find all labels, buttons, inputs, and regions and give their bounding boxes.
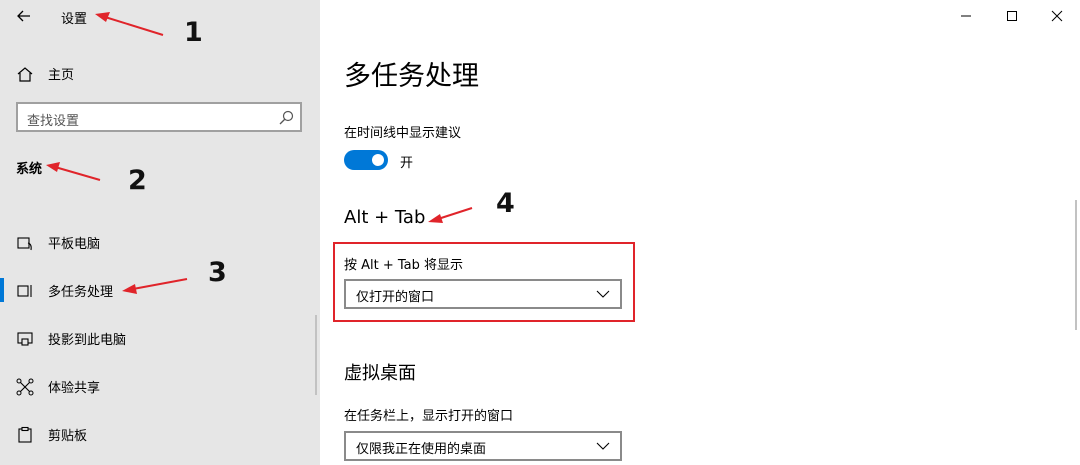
clipboard-icon [16,426,34,444]
virtual-desktops-heading: 虚拟桌面 [344,363,416,384]
share-icon [16,378,34,396]
chevron-down-icon [596,441,610,451]
section-title: 系统 [16,162,43,177]
close-button[interactable] [1045,5,1069,27]
alt-tab-dropdown[interactable]: 仅打开的窗口 [344,279,622,309]
sidebar-item-label: 平板电脑 [48,237,101,252]
sidebar-item-label: 剪贴板 [48,429,88,444]
annotation-number-2: 2 [128,165,147,196]
sidebar-item-label: 主页 [48,68,75,83]
sidebar-item-label: 投影到此电脑 [48,333,127,348]
minimize-icon [961,15,971,17]
maximize-icon [1007,11,1017,21]
timeline-label: 在时间线中显示建议 [344,126,462,141]
sidebar-item-project[interactable]: 投影到此电脑 [0,318,320,358]
dropdown-value: 仅打开的窗口 [356,290,435,305]
toggle-knob [372,154,384,166]
window-title: 设置 [61,12,88,27]
dropdown-value: 仅限我正在使用的桌面 [356,442,487,457]
main-scrollbar[interactable] [1075,200,1077,330]
selected-indicator [0,278,4,302]
search-input[interactable]: 查找设置 [16,102,302,132]
sidebar-item-home[interactable]: 主页 [0,53,320,93]
timeline-toggle[interactable] [344,150,388,170]
chevron-down-icon [596,289,610,299]
close-icon [1051,10,1063,22]
maximize-button[interactable] [1000,5,1024,27]
annotation-number-4: 4 [496,188,515,219]
search-icon[interactable] [278,110,294,126]
sidebar-scrollbar[interactable] [315,315,317,395]
search-placeholder: 查找设置 [27,114,80,129]
sidebar: 设置 主页 查找设置 系统 平板电脑 多任务处理 投影到此电脑 体验共享 剪贴板 [0,0,320,465]
toggle-state-label: 开 [400,156,414,171]
alt-tab-heading: Alt + Tab [344,207,426,228]
virtual-desktops-field-label: 在任务栏上，显示打开的窗口 [344,409,514,424]
annotation-number-1: 1 [184,17,203,48]
sidebar-item-label: 体验共享 [48,381,101,396]
sidebar-item-tablet[interactable]: 平板电脑 [0,222,320,262]
alt-tab-field-label: 按 Alt + Tab 将显示 [344,258,464,273]
virtual-desktops-dropdown[interactable]: 仅限我正在使用的桌面 [344,431,622,461]
home-icon [16,65,34,83]
sidebar-item-label: 多任务处理 [48,285,114,300]
sidebar-item-multitasking[interactable]: 多任务处理 [0,270,320,310]
tablet-icon [16,234,34,252]
project-icon [16,330,34,348]
annotation-number-3: 3 [208,257,227,288]
multitasking-icon [16,282,34,300]
sidebar-item-share[interactable]: 体验共享 [0,366,320,406]
minimize-button[interactable] [954,5,978,27]
main-content: 多任务处理 在时间线中显示建议 开 Alt + Tab 按 Alt + Tab … [320,0,1080,465]
page-title: 多任务处理 [344,61,479,92]
back-arrow-icon[interactable] [16,8,32,24]
sidebar-item-clipboard[interactable]: 剪贴板 [0,414,320,454]
